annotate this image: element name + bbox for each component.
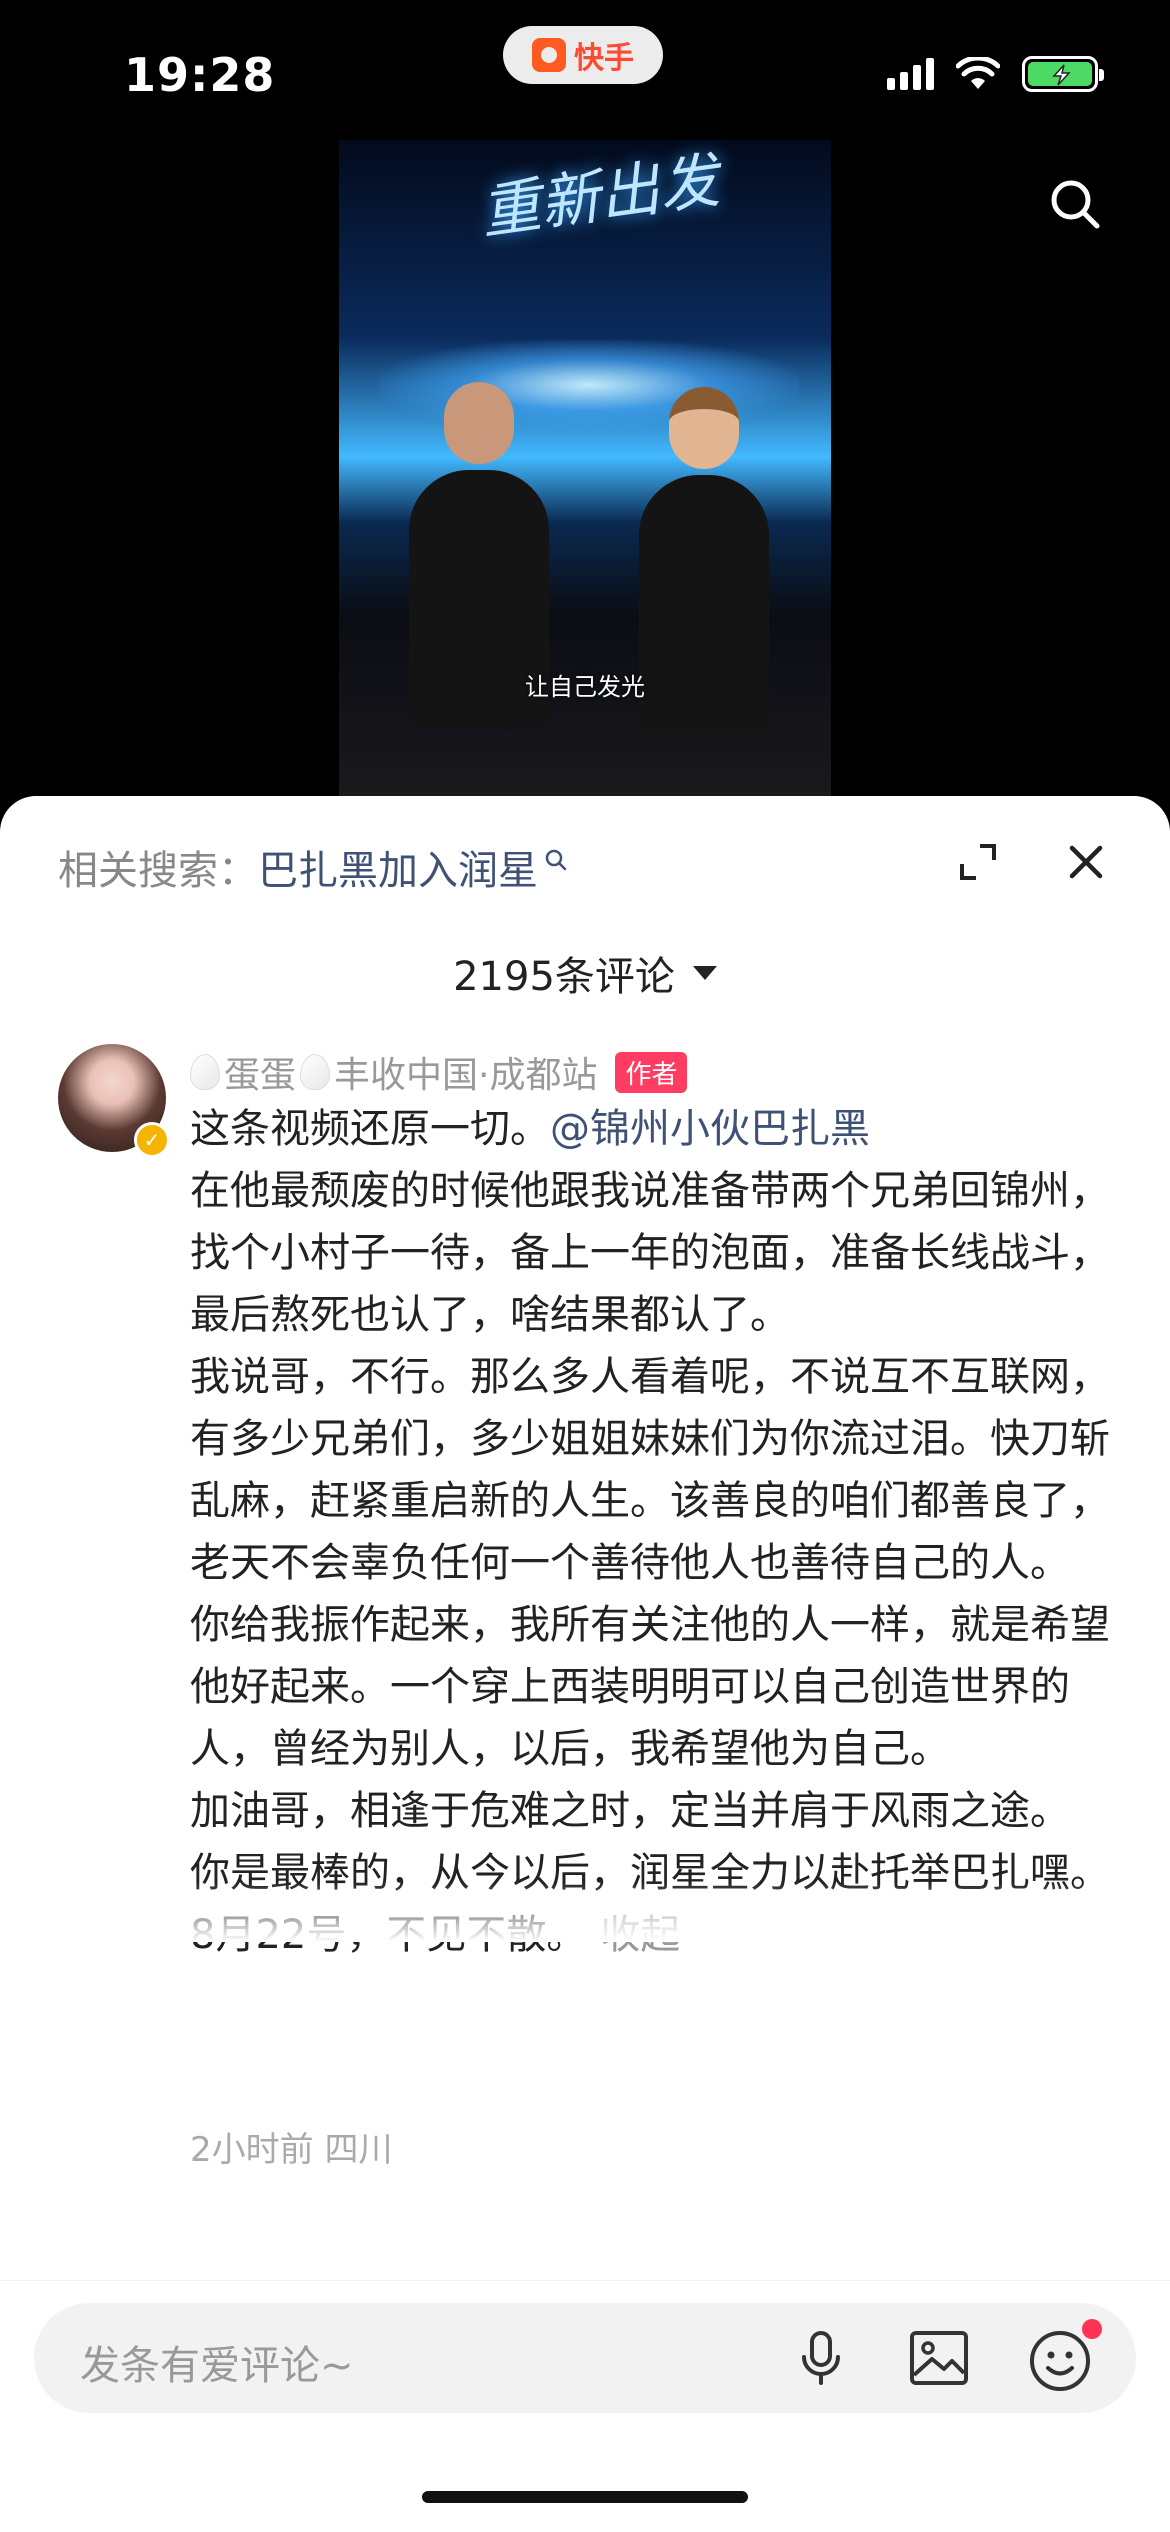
- comment-meta: 2小时前 四川: [190, 2130, 393, 2170]
- battery-charging-icon: [1022, 56, 1104, 92]
- comment-input-bar: 发条有爱评论~: [0, 2280, 1170, 2532]
- nickname-text: 丰收中国·成都站: [334, 1055, 598, 1096]
- comment-first-line: 这条视频还原一切。@锦州小伙巴扎黑: [190, 1098, 1120, 1160]
- mention-link[interactable]: @锦州小伙巴扎黑: [550, 1106, 870, 1152]
- comment-body[interactable]: 这条视频还原一切。@锦州小伙巴扎黑 在他最颓废的时候他跟我说准备带两个兄弟回锦州…: [190, 1098, 1120, 1966]
- comment-paragraph: 加油哥，相逢于危难之时，定当并肩于风雨之途。: [190, 1788, 1070, 1834]
- comment-intro-text: 这条视频还原一切。: [190, 1106, 550, 1152]
- close-icon[interactable]: [1066, 842, 1106, 882]
- chevron-down-icon: [692, 966, 717, 980]
- related-search-term[interactable]: 巴扎黑加入润星: [258, 838, 538, 896]
- microphone-icon[interactable]: [786, 2323, 856, 2393]
- notification-dot: [1082, 2319, 1102, 2339]
- signal-icon: [887, 58, 934, 90]
- status-icons: [887, 56, 1104, 92]
- expand-icon[interactable]: [958, 842, 998, 882]
- kuaishou-logo-icon: [532, 38, 566, 72]
- app-name: 快手: [574, 41, 634, 76]
- egg-emoji-icon: [300, 1054, 331, 1090]
- wifi-icon: [956, 57, 1000, 89]
- status-bar: 19:28 快手: [0, 0, 1170, 140]
- video-title-overlay: 重新出发: [476, 145, 724, 249]
- video-subtitle: 让自己发光: [525, 673, 645, 701]
- home-indicator[interactable]: [422, 2491, 748, 2503]
- video-player[interactable]: 重新出发 让自己发光: [339, 140, 831, 800]
- search-small-icon: [545, 849, 567, 871]
- comment-paragraph: 在他最颓废的时候他跟我说准备带两个兄弟回锦州，找个小村子一待，备上一年的泡面，准…: [190, 1168, 1110, 1338]
- status-time: 19:28: [124, 48, 276, 102]
- nickname-prefix: 蛋蛋: [224, 1055, 297, 1096]
- comment-input-placeholder: 发条有爱评论~: [80, 2343, 354, 2389]
- related-search[interactable]: 相关搜索： 巴扎黑加入润星: [58, 838, 568, 896]
- fade-overlay: [0, 1882, 1170, 1942]
- comment-nickname[interactable]: 蛋蛋 丰收中国·成都站 作者: [190, 1046, 688, 1098]
- egg-emoji-icon: [190, 1054, 220, 1090]
- comment-paragraph: 你给我振作起来，我所有关注他的人一样，就是希望他好起来。一个穿上西装明明可以自己…: [190, 1602, 1110, 1772]
- comment-sheet: 相关搜索： 巴扎黑加入润星 2195条评论 ✓ 蛋蛋 丰收中国·成都站 作者 这…: [0, 796, 1170, 2532]
- search-icon[interactable]: [1047, 176, 1103, 232]
- comment-count-sort[interactable]: 2195条评论: [0, 944, 1170, 1002]
- app-indicator-pill[interactable]: 快手: [503, 26, 663, 84]
- author-badge: 作者: [615, 1051, 688, 1093]
- comment-input[interactable]: 发条有爱评论~: [34, 2303, 1136, 2413]
- comment-count: 2195条评论: [453, 954, 675, 1000]
- related-search-label: 相关搜索：: [58, 848, 258, 894]
- comment-paragraph: 我说哥，不行。那么多人看着呢，不说互不互联网，有多少兄弟们，多少姐姐妹妹们为你流…: [190, 1354, 1110, 1586]
- image-icon[interactable]: [904, 2323, 974, 2393]
- verified-badge-icon: ✓: [134, 1122, 170, 1158]
